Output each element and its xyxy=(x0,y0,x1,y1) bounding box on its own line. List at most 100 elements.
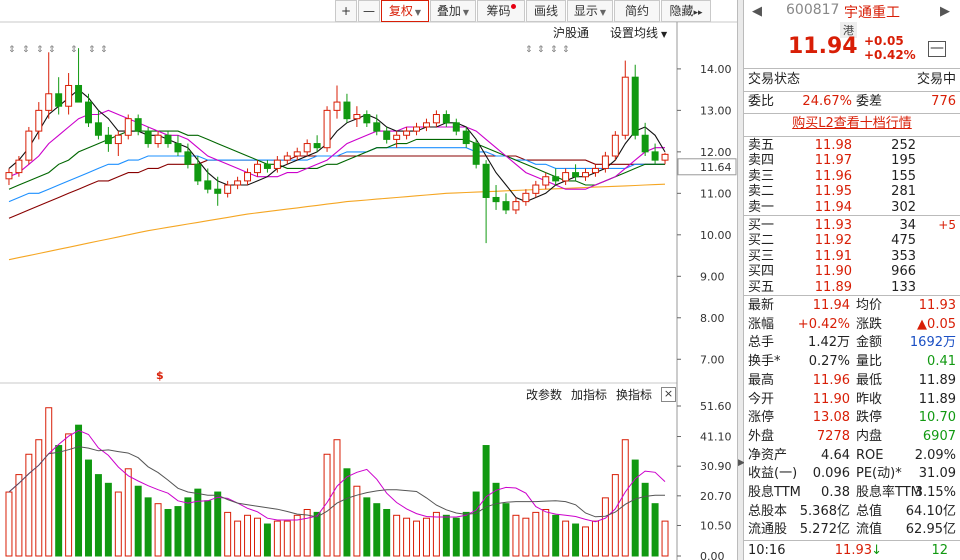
bid-price: 11.90 xyxy=(814,264,852,280)
ask-price: 11.96 xyxy=(814,168,852,184)
volume-bar xyxy=(472,491,480,557)
price-tick-label: 12.00 xyxy=(700,146,732,159)
ask-level-label: 卖四 xyxy=(748,153,775,169)
remove-watchlist-button[interactable]: — xyxy=(928,41,946,57)
volume-bar xyxy=(502,503,510,557)
ask-row[interactable]: 卖四 11.97 195 xyxy=(744,153,960,168)
volume-bar xyxy=(373,503,381,557)
quote-row: 今开 11.90 昨收 11.89 xyxy=(744,390,960,409)
hsgt-link[interactable]: 沪股通 xyxy=(553,24,589,42)
quote-value: 4.64 xyxy=(821,447,850,463)
candle-body xyxy=(641,134,649,153)
ask-row[interactable]: 卖三 11.96 155 xyxy=(744,169,960,184)
quote-label: PE(动)* xyxy=(856,466,902,482)
simple-mode-button[interactable]: 简约 xyxy=(614,0,660,22)
volume-bar xyxy=(512,514,520,557)
quote-row: 流通股 5.272亿 流值 62.95亿 xyxy=(744,520,960,539)
ask-row[interactable]: 卖五 11.98 252 xyxy=(744,138,960,153)
zoom-in-button[interactable]: + xyxy=(335,0,357,22)
bid-row[interactable]: 买一 11.93 34 +5 xyxy=(744,218,960,233)
volume-bar xyxy=(144,497,152,557)
candle-body xyxy=(45,93,53,111)
volume-bar xyxy=(621,439,629,557)
ask-level-label: 卖一 xyxy=(748,199,775,215)
panel-divider[interactable]: ▶ xyxy=(737,0,745,560)
quote-label: 总值 xyxy=(856,503,883,519)
hide-button[interactable]: 隐藏▸▸ xyxy=(661,0,711,22)
display-button[interactable]: 显示 ▼ xyxy=(567,0,613,22)
close-indicator-button[interactable]: × xyxy=(661,387,676,402)
volume-bar xyxy=(55,445,63,557)
candle-body xyxy=(422,122,430,128)
bid-row[interactable]: 买二 11.92 475 xyxy=(744,233,960,248)
volume-bar xyxy=(293,514,301,557)
bid-row[interactable]: 买四 11.90 966 xyxy=(744,264,960,279)
quote-label: 净资产 xyxy=(748,447,788,463)
candle-body xyxy=(214,188,222,194)
switch-indicator-link[interactable]: 换指标 xyxy=(616,386,652,404)
chart-area[interactable]: 14.00 13.00 12.00 11.00 10.00 9.00 8.00 7.00 11.… xyxy=(0,0,737,560)
stock-name[interactable]: 宇通重工 xyxy=(844,2,900,22)
zoom-out-button[interactable]: — xyxy=(358,0,380,22)
bid-price: 11.89 xyxy=(814,279,852,295)
candle-body xyxy=(383,130,391,140)
edit-params-link[interactable]: 改参数 xyxy=(526,386,562,404)
price-tick-label: 10.00 xyxy=(700,229,732,242)
quote-row: 收益(一) 0.096 PE(动)* 31.09 xyxy=(744,464,960,483)
adjust-rights-button[interactable]: 复权 ▼ xyxy=(381,0,429,22)
candle-body xyxy=(273,159,281,169)
candle-body xyxy=(532,184,540,194)
draw-line-button[interactable]: 画线 xyxy=(526,0,566,22)
quote-value: 1.42万 xyxy=(808,335,850,351)
quote-value: 7278 xyxy=(816,428,850,444)
volume-bar xyxy=(174,506,182,557)
volume-bar xyxy=(611,474,619,557)
volume-bar xyxy=(65,433,73,557)
prev-stock-button[interactable]: ◀ xyxy=(752,4,762,19)
ask-row[interactable]: 卖一 11.94 302 xyxy=(744,200,960,215)
ask-price: 11.97 xyxy=(814,153,852,169)
candle-body xyxy=(343,101,351,120)
bid-level-label: 买一 xyxy=(748,218,775,233)
quote-label: 外盘 xyxy=(748,428,775,444)
bid-volume: 966 xyxy=(891,264,916,280)
candle-body xyxy=(323,109,331,149)
quote-label: 收益(一) xyxy=(748,466,798,482)
overlay-button[interactable]: 叠加 ▼ xyxy=(430,0,476,22)
volume-bar xyxy=(462,511,470,557)
chips-button[interactable]: 筹码 xyxy=(477,0,525,22)
quote-label: 股息TTM xyxy=(748,485,801,500)
ask-level-label: 卖五 xyxy=(748,138,775,153)
candle-body xyxy=(601,155,609,169)
volume-bar xyxy=(432,511,440,557)
buy-l2-link[interactable]: 购买L2查看十档行情 xyxy=(792,116,912,131)
next-stock-button[interactable]: ▶ xyxy=(940,4,950,19)
bid-row[interactable]: 买五 11.89 133 xyxy=(744,280,960,295)
candle-body xyxy=(621,76,629,136)
candle-body xyxy=(124,118,132,136)
quote-value: 0.38 xyxy=(821,485,850,500)
quote-label: 最低 xyxy=(856,372,883,388)
volume-bar xyxy=(333,439,341,557)
double-arrow-right-icon: ▸▸ xyxy=(693,8,703,18)
ask-volume: 281 xyxy=(891,184,916,200)
candle-body xyxy=(611,134,619,157)
candle-body xyxy=(184,151,192,165)
bid-row[interactable]: 买三 11.91 353 xyxy=(744,249,960,264)
ma-settings-link[interactable]: 设置均线 ▼ xyxy=(610,24,667,42)
ask-row[interactable]: 卖二 11.95 281 xyxy=(744,184,960,199)
volume-bar xyxy=(452,517,460,557)
ask-level-label: 卖三 xyxy=(748,168,775,184)
volume-bar xyxy=(591,520,599,557)
kline-chart-svg[interactable]: 14.00 13.00 12.00 11.00 10.00 9.00 8.00 7.00 11.… xyxy=(0,0,737,560)
quote-label: 内盘 xyxy=(856,428,883,444)
volume-bar xyxy=(104,482,112,557)
event-marker-icon: ⇕ xyxy=(88,45,96,55)
quote-row: 净资产 4.64 ROE 2.09% xyxy=(744,446,960,465)
candle-body xyxy=(15,159,23,174)
quote-row: 最高 11.96 最低 11.89 xyxy=(744,371,960,390)
event-marker-icon: ⇕ xyxy=(562,45,570,55)
volume-bar xyxy=(134,485,142,557)
trade-status-label: 交易状态 xyxy=(748,72,801,87)
add-indicator-link[interactable]: 加指标 xyxy=(571,386,607,404)
